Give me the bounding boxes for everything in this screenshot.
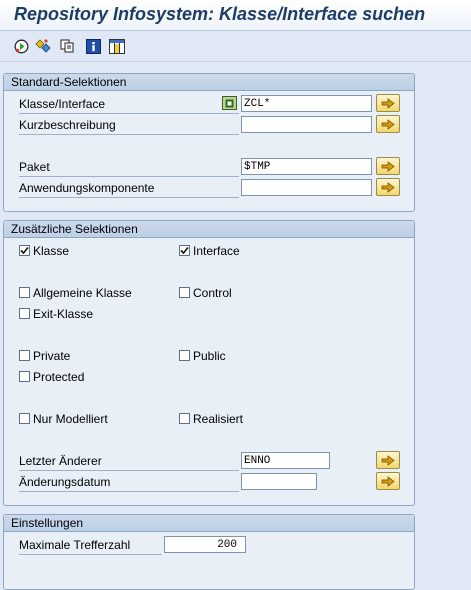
execute-icon[interactable] (13, 38, 29, 54)
maximale-trefferzahl-input[interactable]: 200 (164, 536, 246, 553)
aenderer-multiple-selection-button[interactable] (376, 451, 400, 469)
letzter-aenderer-input[interactable]: ENNO (241, 452, 330, 469)
nur-modelliert-checkbox[interactable] (19, 413, 30, 424)
maximale-trefferzahl-label: Maximale Trefferzahl (19, 536, 162, 555)
klasse-interface-label: Klasse/Interface (19, 95, 239, 114)
page-title: Repository Infosystem: Klasse/Interface … (14, 4, 426, 24)
protected-checkbox[interactable] (19, 371, 30, 382)
exit-klasse-label: Exit-Klasse (33, 307, 94, 321)
aenderungsdatum-label: Änderungsdatum (19, 473, 239, 492)
private-checkbox[interactable] (19, 350, 30, 361)
interface-checkbox-label: Interface (193, 244, 240, 258)
realisiert-checkbox[interactable] (179, 413, 190, 424)
public-checkbox[interactable] (179, 350, 190, 361)
realisiert-checkbox-label: Realisiert (193, 412, 244, 426)
columns-icon[interactable] (109, 38, 125, 54)
anwendungskomponente-label: Anwendungskomponente (19, 179, 239, 198)
group-heading: Standard-Selektionen (4, 74, 414, 91)
anwendungskomponente-input[interactable] (241, 179, 372, 196)
letzter-aenderer-label: Letzter Änderer (19, 452, 239, 471)
kurzbeschreibung-multiple-selection-button[interactable] (376, 115, 400, 133)
control-checkbox-label: Control (193, 286, 232, 300)
paket-input[interactable]: $TMP (241, 158, 372, 175)
klasse-checkbox-label: Klasse (33, 244, 70, 258)
allgemeine-klasse-checkbox[interactable] (19, 287, 30, 298)
protected-checkbox-label: Protected (33, 370, 85, 384)
paket-multiple-selection-button[interactable] (376, 157, 400, 175)
control-checkbox[interactable] (179, 287, 190, 298)
public-checkbox-label: Public (193, 349, 226, 363)
group-heading: Einstellungen (4, 515, 414, 532)
group-heading: Zusätzliche Selektionen (4, 221, 414, 238)
interface-checkbox[interactable] (179, 245, 190, 256)
anwendungskomponente-multiple-selection-button[interactable] (376, 178, 400, 196)
klasse-multiple-selection-button[interactable] (376, 94, 400, 112)
kurzbeschreibung-input[interactable] (241, 116, 372, 133)
selection-options-icon[interactable] (35, 38, 51, 54)
paket-label: Paket (19, 158, 239, 177)
klasse-interface-input[interactable]: ZCL* (241, 95, 372, 112)
datum-multiple-selection-button[interactable] (376, 472, 400, 490)
exit-klasse-checkbox[interactable] (19, 308, 30, 319)
allgemeine-klasse-label: Allgemeine Klasse (33, 286, 132, 300)
title-bar: Repository Infosystem: Klasse/Interface … (0, 0, 471, 31)
aenderungsdatum-input[interactable] (241, 473, 317, 490)
kurzbeschreibung-label: Kurzbeschreibung (19, 116, 239, 135)
info-icon[interactable] (85, 38, 101, 54)
nur-modelliert-label: Nur Modelliert (33, 412, 108, 426)
private-checkbox-label: Private (33, 349, 71, 363)
copy-icon[interactable] (59, 38, 75, 54)
selection-option-icon[interactable] (222, 96, 237, 110)
klasse-checkbox[interactable] (19, 245, 30, 256)
application-toolbar (0, 31, 471, 62)
